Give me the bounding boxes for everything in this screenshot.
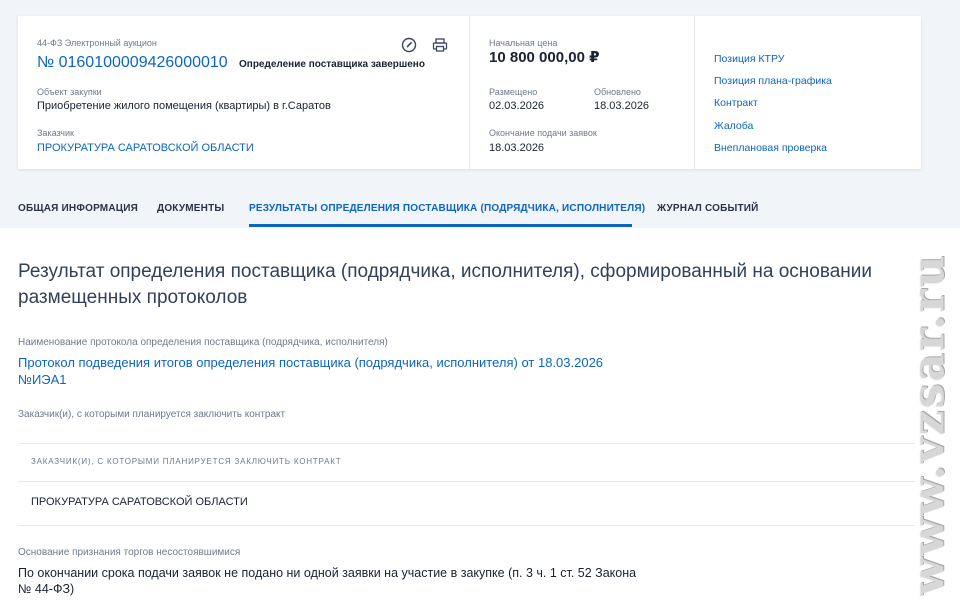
customer-label: Заказчик (37, 128, 74, 138)
protocol-link-line2: №ИЭА1 (18, 372, 67, 387)
table-row: ПРОКУРАТУРА САРАТОВСКОЙ ОБЛАСТИ (31, 496, 248, 508)
notice-main-info: 44-ФЗ Электронный аукцион № 016010000942… (18, 16, 469, 169)
link-unscheduled-check[interactable]: Внеплановая проверка (714, 142, 827, 154)
watermark-text: www.vzsar.ru (903, 253, 955, 595)
object-value: Приобретение жилого помещения (квартиры)… (37, 100, 331, 112)
tab-supplier-results[interactable]: РЕЗУЛЬТАТЫ ОПРЕДЕЛЕНИЯ ПОСТАВЩИКА (ПОДРЯ… (249, 203, 645, 214)
results-content: Результат определения поставщика (подряд… (0, 228, 960, 605)
deadline-value: 18.03.2026 (489, 142, 545, 154)
notice-number-link[interactable]: № 0160100009426000010 (37, 54, 228, 72)
object-label: Объект закупки (37, 87, 102, 97)
search-doc-icon[interactable] (400, 36, 418, 54)
link-complaint[interactable]: Жалоба (714, 120, 753, 132)
customer-link[interactable]: ПРОКУРАТУРА САРАТОВСКОЙ ОБЛАСТИ (37, 142, 254, 154)
tab-documents[interactable]: ДОКУМЕНТЫ (157, 203, 224, 214)
status-badge: Определение поставщика завершено (239, 59, 425, 70)
notice-card: 44-ФЗ Электронный аукцион № 016010000942… (18, 16, 921, 169)
top-area: 44-ФЗ Электронный аукцион № 016010000942… (0, 0, 960, 228)
customers-label: Заказчик(и), с которыми планируется закл… (18, 409, 286, 420)
tab-event-log[interactable]: ЖУРНАЛ СОБЫТИЙ (657, 203, 759, 214)
link-plan-schedule-position[interactable]: Позиция плана-графика (714, 75, 832, 87)
table-header-divider (18, 481, 915, 482)
table-header: ЗАКАЗЧИК(И), С КОТОРЫМИ ПЛАНИРУЕТСЯ ЗАКЛ… (31, 457, 342, 466)
tab-general-info[interactable]: ОБЩАЯ ИНФОРМАЦИЯ (18, 203, 138, 214)
related-links: Позиция КТРУ Позиция плана-графика Контр… (694, 16, 921, 169)
failure-label: Основание признания торгов несостоявшими… (18, 547, 241, 558)
price-label: Начальная цена (489, 38, 558, 48)
link-contract[interactable]: Контракт (714, 97, 758, 109)
table-top-divider (18, 443, 915, 444)
law-type-label: 44-ФЗ Электронный аукцион (37, 38, 157, 48)
price-block: Начальная цена 10 800 000,00 ₽ Размещено… (469, 16, 694, 169)
tab-bar: ОБЩАЯ ИНФОРМАЦИЯ ДОКУМЕНТЫ РЕЗУЛЬТАТЫ ОП… (0, 191, 960, 228)
search-doc-icon-graphic (401, 37, 417, 53)
price-value: 10 800 000,00 ₽ (489, 49, 600, 66)
page-title: Результат определения поставщика (подряд… (18, 261, 872, 308)
table-bottom-divider (18, 525, 915, 526)
failure-value: По окончании срока подачи заявок не пода… (18, 566, 637, 596)
updated-value: 18.03.2026 (594, 100, 650, 112)
link-ktru-position[interactable]: Позиция КТРУ (714, 53, 784, 65)
active-tab-indicator (249, 224, 632, 227)
protocol-link[interactable]: Протокол подведения итогов определения п… (18, 354, 718, 388)
updated-label: Обновлено (594, 87, 641, 97)
placed-label: Размещено (489, 87, 538, 97)
protocol-link-line1: Протокол подведения итогов определения п… (18, 355, 604, 370)
print-icon-graphic (432, 38, 448, 52)
print-icon[interactable] (431, 36, 449, 54)
watermark: www.vzsar.ru (898, 243, 960, 605)
protocol-label: Наименование протокола определения поста… (18, 337, 388, 348)
deadline-label: Окончание подачи заявок (489, 128, 597, 138)
placed-value: 02.03.2026 (489, 100, 545, 112)
